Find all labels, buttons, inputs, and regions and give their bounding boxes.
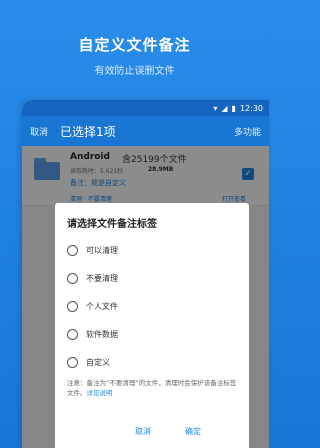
option-label: 个人文件 — [86, 301, 118, 311]
option-label: 自定义 — [86, 357, 110, 367]
dialog-title: 请选择文件备注标签 — [67, 219, 157, 230]
option-label: 不要清理 — [86, 273, 118, 283]
option-can-clean[interactable]: 可以清理 — [67, 241, 118, 259]
radio-icon[interactable] — [67, 272, 78, 284]
option-personal-files[interactable]: 个人文件 — [67, 297, 118, 315]
radio-icon[interactable] — [67, 328, 78, 340]
status-time: 12:30 — [239, 103, 263, 113]
option-do-not-clean[interactable]: 不要清理 — [67, 269, 118, 287]
option-label: 可以清理 — [86, 245, 118, 255]
signal-icon: ◢ — [221, 103, 228, 113]
details-link[interactable]: 详见说明 — [87, 389, 113, 397]
selection-title: 已选择1项 — [60, 124, 116, 139]
option-label: 软件数据 — [86, 329, 118, 339]
promo-subtitle: 有效防止误删文件 — [94, 66, 175, 77]
option-app-data[interactable]: 软件数据 — [67, 325, 118, 343]
more-functions-button[interactable]: 多功能 — [234, 125, 261, 138]
battery-icon: ▮ — [231, 103, 236, 113]
wifi-icon: ▾ — [213, 103, 218, 113]
option-custom[interactable]: 自定义 — [67, 353, 110, 371]
radio-icon[interactable] — [67, 300, 78, 312]
status-bar: ▾ ◢ ▮ 12:30 — [22, 100, 269, 116]
dialog-ok-button[interactable]: 确定 — [185, 426, 201, 437]
cancel-selection-button[interactable]: 取消 — [30, 125, 48, 138]
radio-icon[interactable] — [67, 244, 78, 256]
app-bar: 取消 已选择1项 多功能 — [22, 116, 269, 146]
note-label-dialog: 请选择文件备注标签 可以清理 不要清理 个人文件 软件数据 自定义 注意：备注为… — [55, 203, 249, 448]
radio-icon[interactable] — [67, 356, 78, 368]
dialog-cancel-button[interactable]: 取消 — [135, 426, 151, 437]
dialog-note: 注意：备注为“不要清理”的文件，清理时会保护该备注标签文件。详见说明 — [67, 378, 239, 398]
promo-title: 自定义文件备注 — [78, 36, 191, 54]
